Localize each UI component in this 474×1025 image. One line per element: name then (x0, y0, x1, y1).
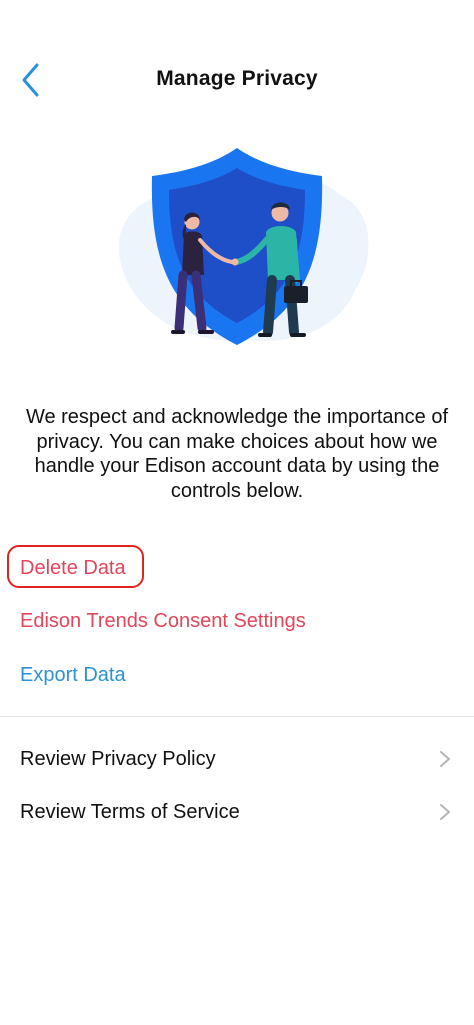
trends-consent-settings-button[interactable]: Edison Trends Consent Settings (20, 609, 306, 633)
privacy-illustration (100, 140, 380, 375)
review-terms-of-service-label: Review Terms of Service (20, 801, 240, 823)
review-privacy-policy-row[interactable]: Review Privacy Policy (0, 733, 474, 785)
chevron-right-icon (440, 804, 450, 820)
page-title: Manage Privacy (156, 67, 318, 90)
delete-data-button[interactable]: Delete Data (20, 556, 126, 580)
navigation-bar: Manage Privacy (0, 50, 474, 110)
export-data-button[interactable]: Export Data (20, 663, 126, 687)
chevron-right-icon (440, 751, 450, 767)
review-privacy-policy-label: Review Privacy Policy (20, 748, 216, 770)
section-divider (0, 716, 474, 717)
privacy-intro-text: We respect and acknowledge the importanc… (25, 406, 449, 502)
review-terms-of-service-row[interactable]: Review Terms of Service (0, 786, 474, 838)
